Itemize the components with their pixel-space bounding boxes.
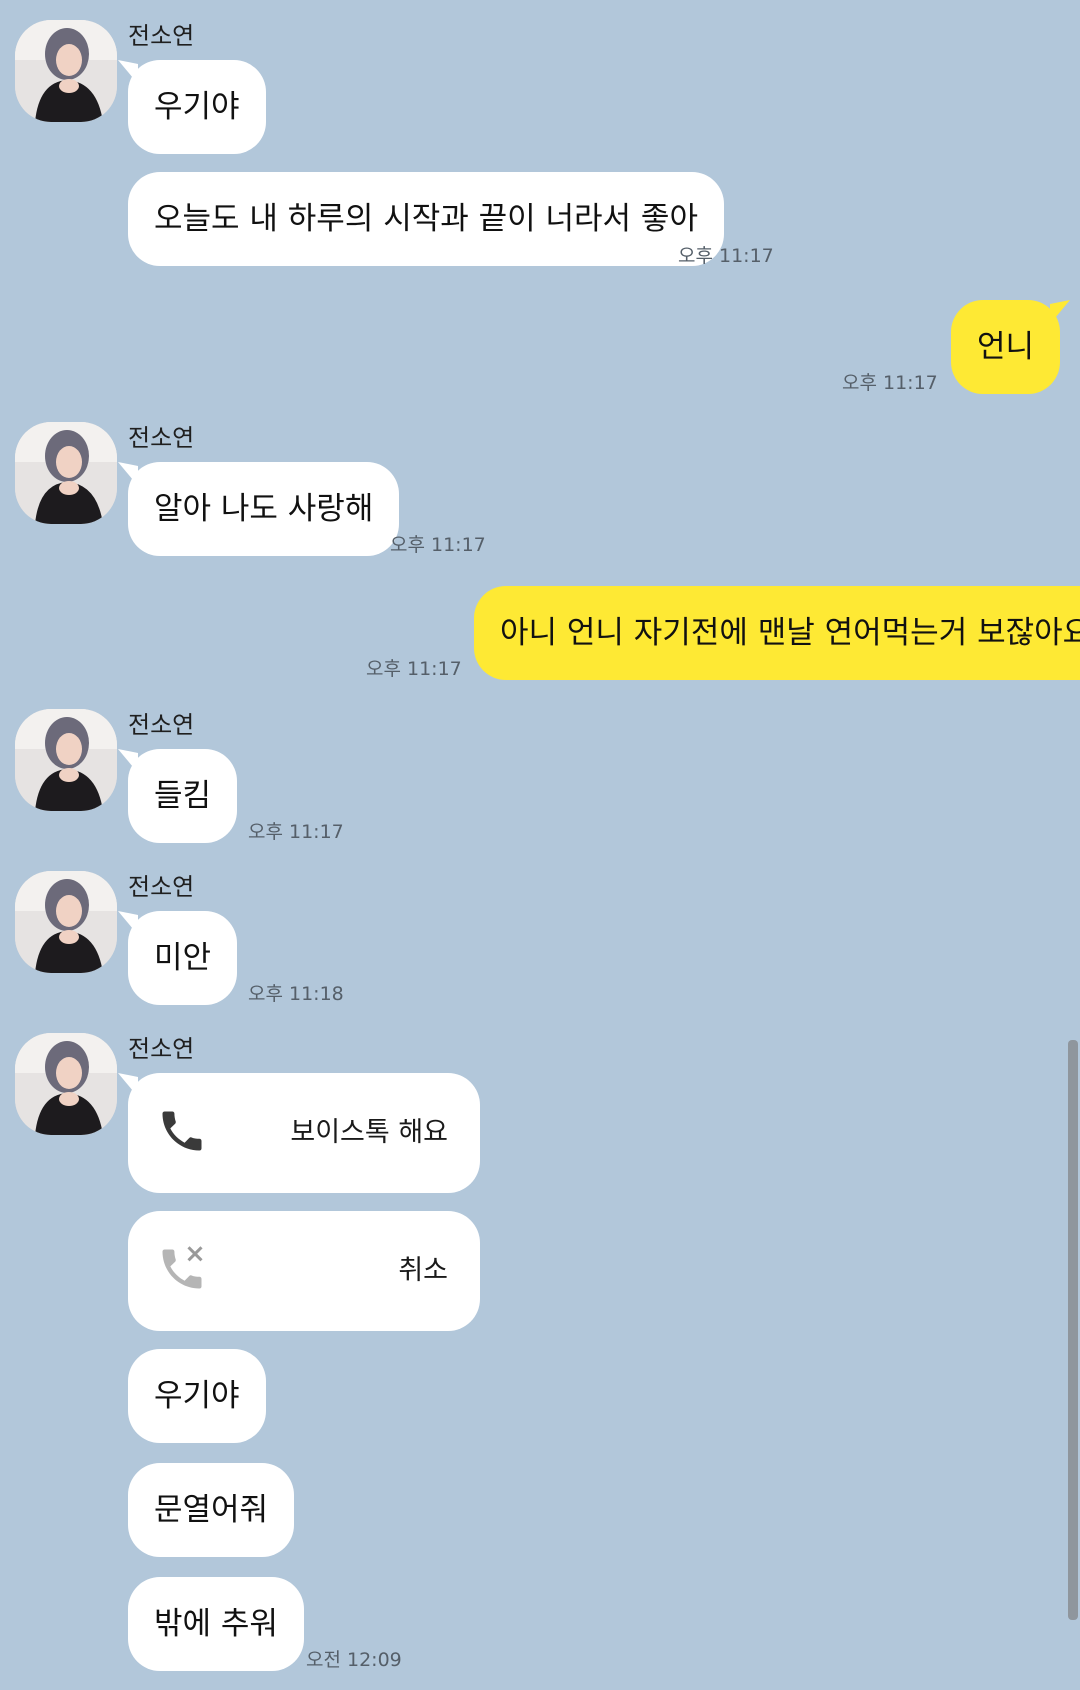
message-bubble[interactable]: 우기야 — [118, 60, 266, 154]
call-label: 보이스톡 해요 — [290, 1117, 448, 1148]
message-bubble[interactable]: 오늘도 내 하루의 시작과 끝이 너라서 좋아 — [128, 172, 724, 266]
bubble-tail — [118, 60, 138, 84]
call-label: 취소 — [398, 1255, 448, 1286]
bubble-tail — [118, 749, 138, 773]
bubble-tail — [118, 1073, 138, 1097]
cancelled-call-bubble[interactable]: 취소 — [128, 1211, 480, 1331]
avatar[interactable] — [15, 1033, 117, 1135]
my-message-bubble[interactable]: 언니 — [951, 300, 1071, 394]
message-time: 오후 11:17 — [248, 821, 344, 843]
sender-name: 전소연 — [128, 711, 195, 739]
sender-name: 전소연 — [128, 22, 195, 50]
phone-cancel-icon — [162, 1246, 203, 1289]
message-text: 들킴 — [154, 778, 212, 814]
scrollbar[interactable] — [1068, 1040, 1078, 1620]
message-text: 미안 — [154, 940, 212, 976]
my-message-bubble[interactable]: 아니 언니 자기전에 맨날 연어먹는거 보잖아요 — [474, 586, 1080, 680]
bubble-tail — [118, 462, 138, 486]
message-bubble[interactable]: 우기야 — [128, 1349, 266, 1443]
message-text: 문열어줘 — [154, 1492, 269, 1528]
avatar[interactable] — [15, 422, 117, 524]
bubble-tail — [118, 911, 138, 935]
avatar[interactable] — [15, 871, 117, 973]
voice-call-bubble[interactable]: 보이스톡 해요 — [118, 1073, 480, 1193]
message-bubble[interactable]: 미안 — [118, 911, 238, 1005]
message-time: 오후 11:17 — [678, 245, 774, 267]
message-time: 오후 11:17 — [390, 534, 486, 556]
sender-name: 전소연 — [128, 1035, 195, 1063]
message-time: 오후 11:18 — [248, 983, 344, 1005]
message-text: 밖에 추워 — [154, 1606, 278, 1642]
message-text: 우기야 — [154, 89, 240, 125]
message-time: 오후 11:17 — [842, 372, 938, 394]
message-text: 알아 나도 사랑해 — [154, 491, 374, 527]
bubble-tail — [1050, 300, 1071, 324]
avatar[interactable] — [15, 20, 117, 122]
avatar[interactable] — [15, 709, 117, 811]
message-bubble[interactable]: 밖에 추워 — [128, 1577, 304, 1671]
message-time: 오후 11:17 — [366, 658, 462, 680]
message-bubble[interactable]: 들킴 — [118, 749, 238, 843]
message-time: 오전 12:09 — [306, 1649, 402, 1671]
message-text: 오늘도 내 하루의 시작과 끝이 너라서 좋아 — [154, 201, 698, 237]
message-text: 우기야 — [154, 1378, 240, 1414]
message-text: 언니 — [977, 329, 1035, 365]
sender-name: 전소연 — [128, 873, 195, 901]
message-bubble[interactable]: 문열어줘 — [128, 1463, 295, 1557]
message-text: 아니 언니 자기전에 맨날 연어먹는거 보잖아요 — [500, 615, 1080, 651]
sender-name: 전소연 — [128, 424, 195, 452]
phone-icon — [162, 1111, 202, 1151]
message-bubble[interactable]: 알아 나도 사랑해 — [118, 462, 400, 556]
